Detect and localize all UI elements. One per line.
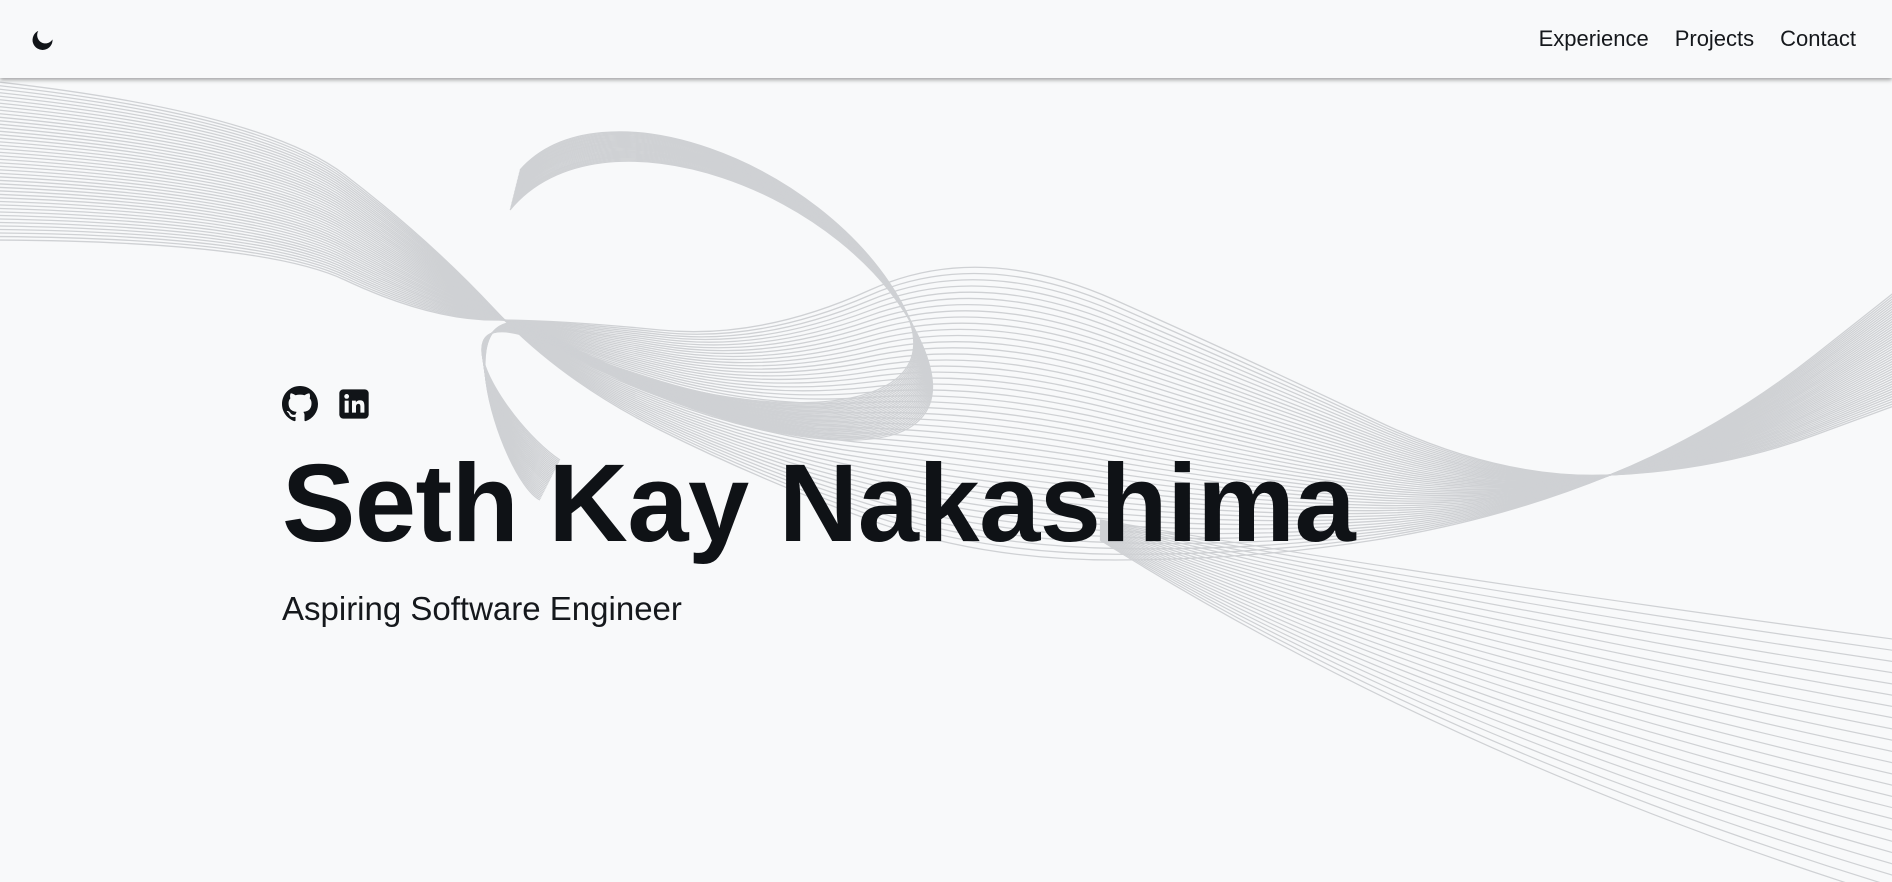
hero-subtitle: Aspiring Software Engineer	[282, 590, 682, 627]
social-links	[282, 382, 1355, 426]
nav-link-contact[interactable]: Contact	[1780, 26, 1856, 52]
github-link[interactable]	[282, 386, 318, 422]
theme-toggle-button[interactable]	[26, 24, 58, 56]
hero-name: Seth Kay Nakashima	[282, 442, 1356, 565]
moon-icon	[32, 30, 53, 50]
github-icon	[282, 386, 318, 422]
linkedin-link[interactable]	[336, 386, 372, 422]
nav-link-experience[interactable]: Experience	[1539, 26, 1649, 52]
nav-links: Experience Projects Contact	[1513, 0, 1856, 78]
linkedin-icon	[339, 389, 369, 419]
nav-link-projects[interactable]: Projects	[1675, 26, 1754, 52]
hero-section: Seth Kay Nakashima Aspiring Software Eng…	[282, 382, 1356, 628]
navbar: Experience Projects Contact	[0, 0, 1892, 78]
